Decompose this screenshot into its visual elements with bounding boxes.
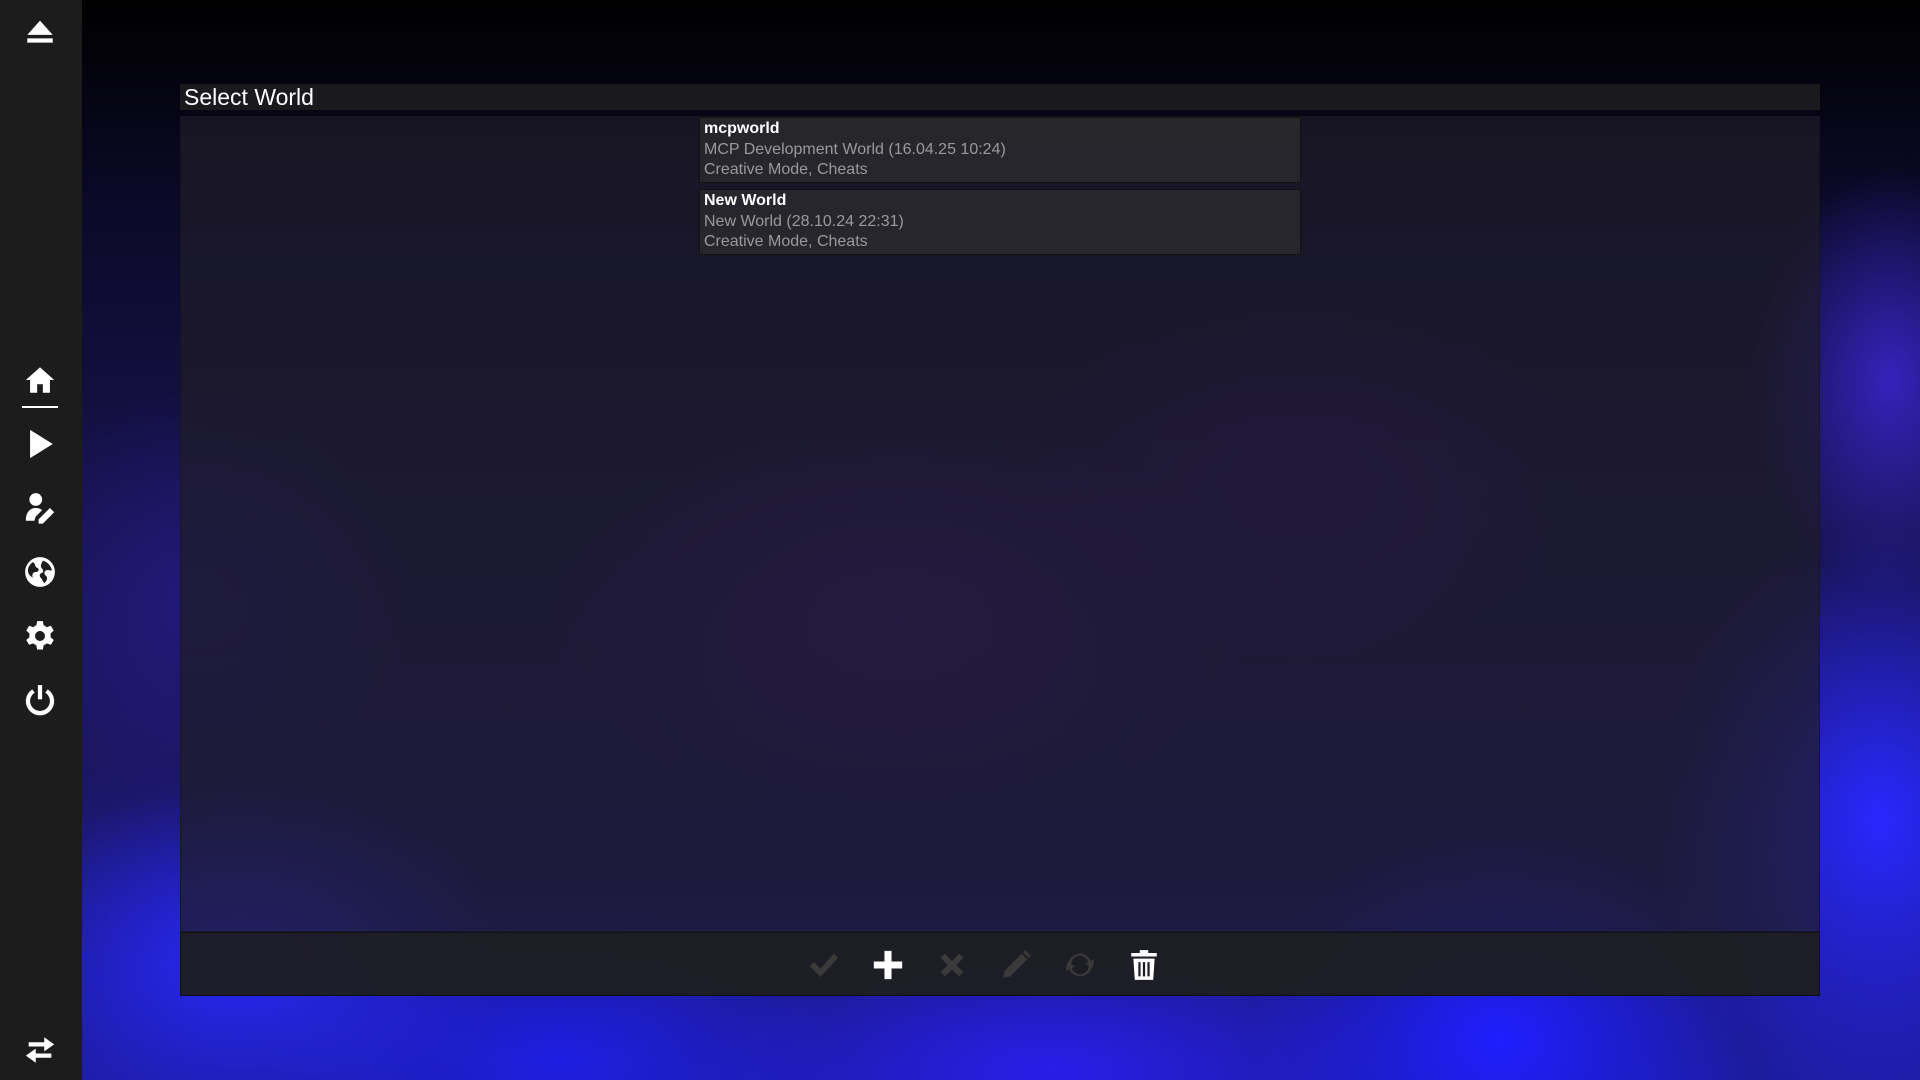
delete-world-button[interactable] xyxy=(1124,945,1164,985)
world-list-panel: mcpworld MCP Development World (16.04.25… xyxy=(180,116,1820,932)
refresh-icon xyxy=(1065,953,1095,977)
pencil-icon xyxy=(1003,950,1031,978)
check-icon xyxy=(809,953,839,978)
world-description: New World (28.10.24 22:31) xyxy=(704,213,904,230)
world-list: mcpworld MCP Development World (16.04.25… xyxy=(699,117,1301,261)
sidebar xyxy=(0,0,82,1080)
globe-icon[interactable] xyxy=(20,552,60,592)
create-world-button[interactable] xyxy=(868,945,908,985)
close-icon xyxy=(940,953,964,977)
world-entry[interactable]: New World New World (28.10.24 22:31) Cre… xyxy=(699,189,1301,255)
world-entry[interactable]: mcpworld MCP Development World (16.04.25… xyxy=(699,117,1301,183)
world-name: New World xyxy=(704,192,787,209)
recreate-world-button[interactable] xyxy=(1060,945,1100,985)
title-bar: Select World xyxy=(180,84,1820,110)
power-icon[interactable] xyxy=(20,680,60,720)
edit-profile-icon[interactable] xyxy=(20,488,60,528)
world-mode: Creative Mode, Cheats xyxy=(704,233,868,250)
trash-icon xyxy=(1131,950,1157,980)
gear-icon[interactable] xyxy=(20,616,60,656)
play-icon[interactable] xyxy=(20,424,60,464)
world-mode: Creative Mode, Cheats xyxy=(704,161,868,178)
edit-world-button[interactable] xyxy=(996,945,1036,985)
active-indicator xyxy=(22,406,58,408)
play-world-button[interactable] xyxy=(804,945,844,985)
swap-icon[interactable] xyxy=(20,1030,60,1070)
world-name: mcpworld xyxy=(704,120,780,137)
world-description: MCP Development World (16.04.25 10:24) xyxy=(704,141,1006,158)
eject-icon[interactable] xyxy=(20,12,60,52)
plus-icon xyxy=(873,950,903,980)
page-title: Select World xyxy=(184,84,314,110)
home-icon[interactable] xyxy=(20,360,60,400)
world-actions-toolbar xyxy=(180,932,1820,996)
cancel-button[interactable] xyxy=(932,945,972,985)
